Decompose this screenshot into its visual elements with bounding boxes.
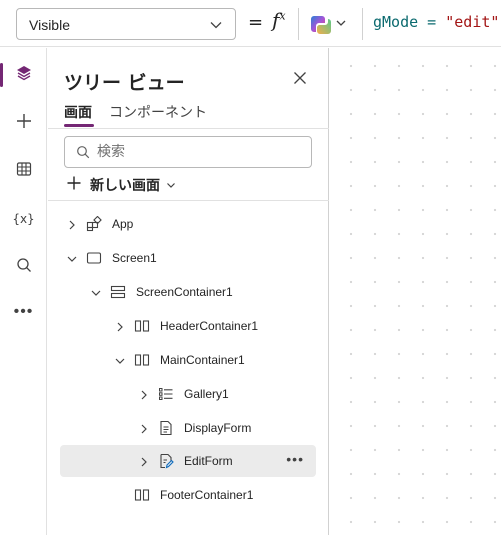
design-canvas[interactable] xyxy=(330,48,501,535)
tree-node-label: App xyxy=(112,217,134,231)
code-variable: gMode xyxy=(373,13,419,31)
horizontal-container-icon xyxy=(134,487,150,508)
chevron-right-icon[interactable] xyxy=(138,455,150,473)
divider xyxy=(48,128,329,129)
search-icon xyxy=(76,145,90,164)
code-string: "edit" xyxy=(445,13,500,31)
chevron-down-icon xyxy=(166,177,176,195)
equals-sign: = xyxy=(248,12,264,33)
tree-node-label: HeaderContainer1 xyxy=(160,319,259,333)
chevron-right-icon[interactable] xyxy=(114,320,126,338)
plus-icon xyxy=(15,112,33,135)
tree-node-label: Screen1 xyxy=(112,251,157,265)
panel-title: ツリー ビュー xyxy=(64,72,185,94)
tree-node-gallery[interactable]: Gallery1 xyxy=(60,378,316,410)
left-rail: {x} ••• xyxy=(0,48,47,535)
tree-node-label: MainContainer1 xyxy=(160,353,245,367)
divider xyxy=(298,8,299,40)
tree-node-label: Gallery1 xyxy=(184,387,229,401)
tab-indicator xyxy=(64,124,94,127)
chevron-right-icon[interactable] xyxy=(138,388,150,406)
tree-node-display-form[interactable]: DisplayForm xyxy=(60,412,316,444)
tree-node-edit-form[interactable]: EditForm ••• xyxy=(60,445,316,477)
new-screen-label: 新しい画面 xyxy=(90,178,160,194)
more-icon: ••• xyxy=(13,303,34,320)
formula-input[interactable]: gMode = "edit" xyxy=(373,13,499,31)
new-screen-button[interactable]: 新しい画面 xyxy=(66,174,176,196)
variables-icon: {x} xyxy=(12,212,35,226)
more-options-icon[interactable]: ••• xyxy=(286,451,304,467)
close-icon xyxy=(293,71,307,90)
chevron-down-icon xyxy=(209,18,223,37)
edit-form-icon xyxy=(158,453,174,474)
horizontal-container-icon xyxy=(134,318,150,339)
screen-icon xyxy=(86,250,102,271)
copilot-button[interactable] xyxy=(308,11,354,37)
close-button[interactable] xyxy=(290,70,310,90)
more-button[interactable]: ••• xyxy=(0,292,47,332)
app-icon xyxy=(86,215,102,237)
chevron-down-icon[interactable] xyxy=(114,354,126,372)
search-icon xyxy=(15,256,33,279)
tree-view-button[interactable] xyxy=(0,55,47,95)
tree-node-footer-container[interactable]: FooterContainer1 xyxy=(60,479,316,511)
search-box[interactable] xyxy=(64,136,312,168)
divider xyxy=(362,8,363,40)
layers-icon xyxy=(15,64,33,87)
search-input[interactable] xyxy=(97,142,297,162)
vertical-container-icon xyxy=(110,284,126,305)
gallery-icon xyxy=(158,386,174,407)
chevron-right-icon[interactable] xyxy=(66,218,78,236)
tree-node-label: DisplayForm xyxy=(184,421,252,435)
property-value: Visible xyxy=(29,17,70,33)
fx-icon[interactable]: fx xyxy=(272,8,286,32)
tree-node-label: FooterContainer1 xyxy=(160,488,254,502)
plus-icon xyxy=(66,175,82,196)
chevron-right-icon[interactable] xyxy=(138,422,150,440)
property-dropdown[interactable]: Visible xyxy=(16,8,236,40)
tab-components[interactable]: コンポーネント xyxy=(109,102,207,122)
tree-node-screen-container[interactable]: ScreenContainer1 xyxy=(60,276,316,308)
search-button[interactable] xyxy=(0,247,47,287)
chevron-down-icon[interactable] xyxy=(66,252,78,270)
tab-screens[interactable]: 画面 xyxy=(64,102,92,122)
tree-node-header-container[interactable]: HeaderContainer1 xyxy=(60,310,316,342)
tree-node-main-container[interactable]: MainContainer1 xyxy=(60,344,316,376)
tree-node-label: ScreenContainer1 xyxy=(136,285,233,299)
formula-bar: Visible = fx gMode = "edit" xyxy=(0,0,501,47)
variables-button[interactable]: {x} xyxy=(0,199,47,239)
code-operator: = xyxy=(418,13,446,31)
tree-view-panel: ツリー ビュー 画面 コンポーネント 新しい画面 App xyxy=(48,48,329,535)
divider xyxy=(48,200,329,201)
horizontal-container-icon xyxy=(134,352,150,373)
display-form-icon xyxy=(158,420,174,441)
chevron-down-icon[interactable] xyxy=(90,286,102,304)
tree-node-label: EditForm xyxy=(184,454,233,468)
data-button[interactable] xyxy=(0,151,47,191)
insert-button[interactable] xyxy=(0,103,47,143)
tree-node-screen[interactable]: Screen1 xyxy=(60,242,316,274)
tree-node-app[interactable]: App xyxy=(60,208,316,240)
table-icon xyxy=(15,160,33,183)
